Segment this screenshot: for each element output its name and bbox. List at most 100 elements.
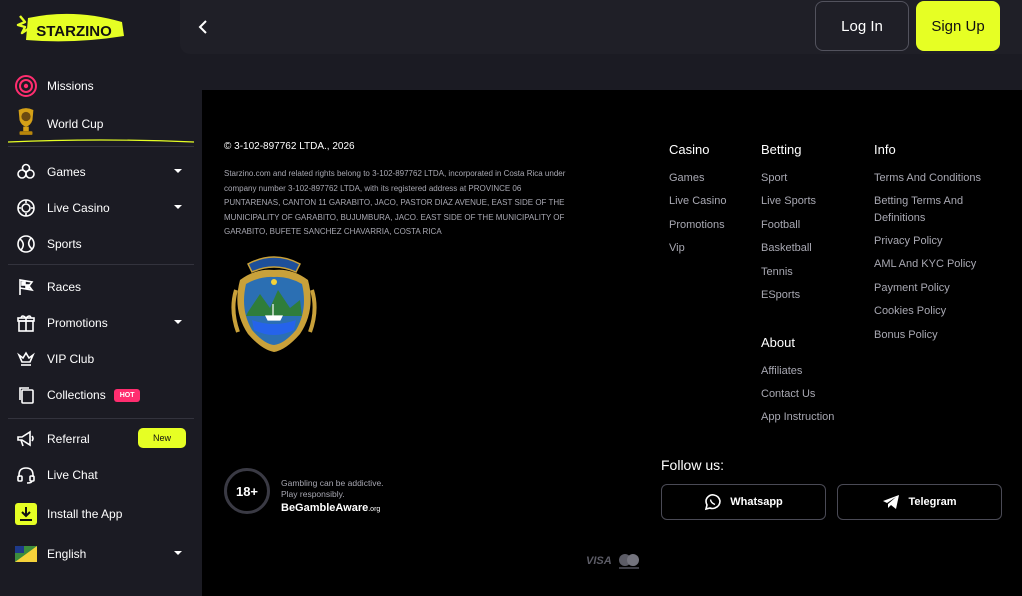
sidebar: STARZINO Missions World Cup Games Live C… bbox=[0, 0, 202, 596]
signup-button[interactable]: Sign Up bbox=[916, 1, 1000, 51]
sidebar-item-label: Install the App bbox=[47, 507, 123, 521]
sidebar-item-label: Sports bbox=[47, 237, 82, 251]
login-button[interactable]: Log In bbox=[815, 1, 909, 51]
sidebar-item-vip-club[interactable]: VIP Club bbox=[8, 344, 194, 374]
sidebar-item-races[interactable]: Races bbox=[8, 272, 194, 302]
gift-icon bbox=[14, 311, 38, 335]
footer-link-football[interactable]: Football bbox=[761, 219, 800, 231]
begambleaware-text: BeGambleAware bbox=[281, 502, 369, 514]
trophy-icon bbox=[14, 108, 38, 136]
whatsapp-button[interactable]: Whatsapp bbox=[661, 484, 826, 520]
sidebar-item-missions[interactable]: Missions bbox=[8, 71, 194, 101]
mastercard-logo bbox=[618, 554, 639, 569]
footer-about-title: About bbox=[761, 335, 795, 350]
footer-link-terms[interactable]: Terms And Conditions bbox=[874, 172, 981, 184]
hot-badge: HOT bbox=[113, 388, 141, 402]
sidebar-item-label: Games bbox=[47, 165, 86, 179]
gambling-line-2: Play responsibly. bbox=[281, 489, 345, 499]
starzino-logo[interactable]: STARZINO bbox=[14, 10, 126, 46]
footer-link-betting-terms-2[interactable]: Definitions bbox=[874, 212, 925, 224]
sidebar-item-collections[interactable]: Collections HOT bbox=[8, 380, 194, 410]
begambleaware-org: .org bbox=[368, 506, 381, 513]
sidebar-item-label: Races bbox=[47, 280, 82, 294]
target-icon bbox=[14, 74, 38, 98]
sidebar-divider bbox=[8, 264, 194, 265]
sidebar-item-referral[interactable]: Referral New bbox=[8, 424, 194, 454]
sidebar-item-label: English bbox=[47, 547, 87, 561]
chevron-down-icon[interactable] bbox=[174, 204, 182, 210]
language-selector[interactable]: English bbox=[8, 539, 194, 569]
footer-link-privacy[interactable]: Privacy Policy bbox=[874, 235, 942, 247]
telegram-button[interactable]: Telegram bbox=[837, 484, 1002, 520]
ball-icon bbox=[14, 232, 38, 256]
sidebar-item-label: Live Casino bbox=[47, 201, 110, 215]
footer-link-contact-us[interactable]: Contact Us bbox=[761, 388, 815, 400]
footer-link-promotions[interactable]: Promotions bbox=[669, 219, 725, 231]
world-cup-highlight bbox=[8, 139, 194, 143]
chevron-down-icon[interactable] bbox=[174, 550, 182, 556]
footer: © 3-102-897762 LTDA., 2026 Starzino.com … bbox=[202, 90, 1022, 596]
sidebar-item-sports[interactable]: Sports bbox=[8, 229, 194, 259]
chip-icon bbox=[14, 196, 38, 220]
payment-logos: VISA bbox=[586, 552, 642, 570]
footer-link-tennis[interactable]: Tennis bbox=[761, 266, 793, 278]
svg-text:STARZINO: STARZINO bbox=[36, 23, 112, 40]
gambling-notice: Gambling can be addictive. Play responsi… bbox=[281, 478, 384, 500]
sidebar-divider bbox=[8, 146, 194, 147]
chevron-down-icon[interactable] bbox=[174, 168, 182, 174]
footer-link-games[interactable]: Games bbox=[669, 172, 704, 184]
footer-betting-title: Betting bbox=[761, 142, 802, 157]
sidebar-item-label: VIP Club bbox=[47, 352, 95, 366]
footer-link-payment[interactable]: Payment Policy bbox=[874, 282, 950, 294]
begambleaware-logo[interactable]: BeGambleAware.org bbox=[281, 502, 380, 514]
sidebar-item-live-casino[interactable]: Live Casino bbox=[8, 193, 194, 223]
flag-uk-icon bbox=[14, 542, 38, 566]
footer-link-basketball[interactable]: Basketball bbox=[761, 242, 812, 254]
download-icon bbox=[14, 502, 38, 526]
sidebar-item-label: Live Chat bbox=[47, 468, 98, 482]
sidebar-item-install-app[interactable]: Install the App bbox=[8, 499, 194, 529]
sidebar-divider bbox=[8, 418, 194, 419]
whatsapp-icon bbox=[705, 494, 722, 511]
copyright: © 3-102-897762 LTDA., 2026 bbox=[224, 141, 355, 152]
new-badge: New bbox=[137, 428, 186, 448]
sidebar-item-world-cup[interactable]: World Cup bbox=[8, 108, 194, 139]
visa-logo: VISA bbox=[586, 555, 612, 567]
footer-link-vip[interactable]: Vip bbox=[669, 242, 685, 254]
sidebar-item-label: Referral bbox=[47, 432, 90, 446]
footer-link-affiliates[interactable]: Affiliates bbox=[761, 365, 802, 377]
crown-icon bbox=[14, 347, 38, 371]
footer-info-title: Info bbox=[874, 142, 896, 157]
telegram-icon bbox=[883, 495, 900, 509]
costa-rica-seal[interactable] bbox=[226, 250, 322, 354]
sidebar-item-label: World Cup bbox=[47, 117, 104, 131]
megaphone-icon bbox=[14, 427, 38, 451]
back-button[interactable] bbox=[190, 14, 216, 40]
footer-casino-title: Casino bbox=[669, 142, 710, 157]
sidebar-item-label: Collections bbox=[47, 388, 106, 402]
gambling-line-1: Gambling can be addictive. bbox=[281, 478, 384, 488]
footer-link-live-sports[interactable]: Live Sports bbox=[761, 195, 816, 207]
footer-link-bonus[interactable]: Bonus Policy bbox=[874, 329, 938, 341]
cards-icon bbox=[14, 383, 38, 407]
age-18-badge: 18+ bbox=[224, 468, 270, 514]
footer-link-esports[interactable]: ESports bbox=[761, 289, 800, 301]
whatsapp-label: Whatsapp bbox=[730, 496, 783, 508]
footer-link-cookies[interactable]: Cookies Policy bbox=[874, 305, 946, 317]
chevron-left-icon bbox=[198, 20, 207, 34]
chevron-down-icon[interactable] bbox=[174, 319, 182, 325]
sidebar-item-live-chat[interactable]: Live Chat bbox=[8, 460, 194, 490]
footer-link-live-casino[interactable]: Live Casino bbox=[669, 195, 726, 207]
sidebar-item-label: Promotions bbox=[47, 316, 108, 330]
sidebar-item-label: Missions bbox=[47, 79, 94, 93]
footer-link-aml-kyc[interactable]: AML And KYC Policy bbox=[874, 258, 976, 270]
footer-link-betting-terms[interactable]: Betting Terms And bbox=[874, 195, 963, 207]
sidebar-item-promotions[interactable]: Promotions bbox=[8, 308, 194, 338]
footer-link-app-instruction[interactable]: App Instruction bbox=[761, 411, 834, 423]
games-icon bbox=[14, 160, 38, 184]
content-strip bbox=[202, 54, 1022, 90]
sidebar-item-games[interactable]: Games bbox=[8, 157, 194, 187]
follow-us-label: Follow us: bbox=[661, 457, 725, 473]
flag-icon bbox=[14, 275, 38, 299]
footer-link-sport[interactable]: Sport bbox=[761, 172, 787, 184]
